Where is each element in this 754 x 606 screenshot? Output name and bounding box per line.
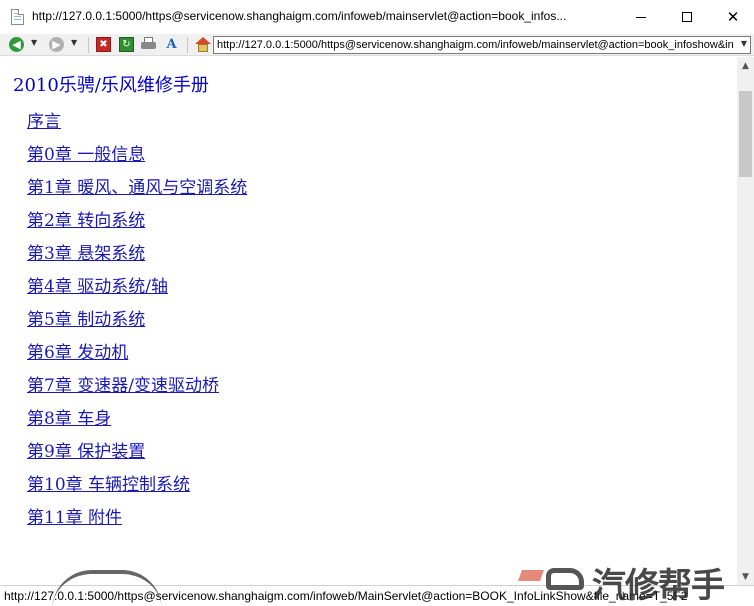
scroll-up-icon[interactable]: ▲	[737, 57, 754, 74]
list-item: 第1章 暖风、通风与空调系统	[27, 173, 247, 206]
toolbar-divider	[88, 37, 89, 53]
list-item: 第6章 发动机	[27, 338, 247, 371]
list-item: 第4章 驱动系统/轴	[27, 272, 247, 305]
home-icon[interactable]	[195, 37, 211, 52]
toolbar-divider	[187, 37, 188, 53]
list-item: 第2章 转向系统	[27, 206, 247, 239]
list-item: 序言	[27, 107, 247, 140]
close-icon: ✕	[726, 7, 740, 26]
font-size-icon[interactable]: A	[164, 37, 179, 52]
chapter-link-10[interactable]: 第10章 车辆控制系统	[27, 475, 190, 495]
forward-icon[interactable]: ▶	[49, 37, 64, 52]
list-item: 第7章 变速器/变速驱动桥	[27, 371, 247, 404]
window-title: http://127.0.0.1:5000/https@servicenow.s…	[32, 9, 567, 23]
chapter-link-4[interactable]: 第4章 驱动系统/轴	[27, 277, 168, 297]
chapter-list: 序言 第0章 一般信息 第1章 暖风、通风与空调系统 第2章 转向系统 第3章 …	[27, 107, 247, 536]
watermark-logo-icon	[517, 564, 592, 594]
chapter-link-1[interactable]: 第1章 暖风、通风与空调系统	[27, 178, 247, 198]
refresh-icon[interactable]: ↻	[119, 37, 134, 52]
book-title: 2010乐骋/乐风维修手册	[13, 75, 209, 96]
address-bar[interactable]: ▼	[213, 36, 751, 54]
list-item: 第3章 悬架系统	[27, 239, 247, 272]
print-icon[interactable]	[141, 37, 156, 52]
stop-icon[interactable]: ✖	[96, 37, 111, 52]
chapter-link-6[interactable]: 第6章 发动机	[27, 343, 128, 363]
chapter-link-2[interactable]: 第2章 转向系统	[27, 211, 145, 231]
watermark-text: 汽修帮手	[592, 566, 725, 606]
chapter-link-0[interactable]: 第0章 一般信息	[27, 145, 145, 165]
minimize-button[interactable]	[618, 0, 664, 34]
close-button[interactable]: ✕	[710, 0, 754, 34]
title-bar: http://127.0.0.1:5000/https@servicenow.s…	[0, 0, 754, 34]
vertical-scrollbar[interactable]: ▲ ▼	[737, 57, 754, 585]
maximize-button[interactable]	[664, 0, 710, 34]
forward-history-dropdown-icon[interactable]: ▼	[71, 38, 79, 53]
chapter-link-9[interactable]: 第9章 保护装置	[27, 442, 145, 462]
list-item: 第5章 制动系统	[27, 305, 247, 338]
back-icon[interactable]: ◀	[9, 37, 24, 52]
list-item: 第9章 保护装置	[27, 437, 247, 470]
list-item: 第10章 车辆控制系统	[27, 470, 247, 503]
chapter-link-7[interactable]: 第7章 变速器/变速驱动桥	[27, 376, 219, 396]
chapter-link-3[interactable]: 第3章 悬架系统	[27, 244, 145, 264]
url-input[interactable]	[214, 37, 734, 53]
back-history-dropdown-icon[interactable]: ▼	[31, 38, 39, 53]
chapter-link-preface[interactable]: 序言	[27, 112, 61, 132]
page-icon	[11, 9, 24, 25]
list-item: 第8章 车身	[27, 404, 247, 437]
page-content: 2010乐骋/乐风维修手册 序言 第0章 一般信息 第1章 暖风、通风与空调系统…	[0, 57, 737, 585]
address-dropdown-icon[interactable]: ▼	[741, 39, 747, 48]
minimize-icon	[636, 16, 646, 18]
chapter-link-8[interactable]: 第8章 车身	[27, 409, 111, 429]
list-item: 第11章 附件	[27, 503, 247, 536]
chapter-link-5[interactable]: 第5章 制动系统	[27, 310, 145, 330]
chapter-link-11[interactable]: 第11章 附件	[27, 508, 122, 528]
maximize-icon	[682, 12, 692, 22]
scroll-thumb[interactable]	[739, 91, 752, 177]
watermark: 汽修帮手	[512, 556, 754, 606]
list-item: 第0章 一般信息	[27, 140, 247, 173]
